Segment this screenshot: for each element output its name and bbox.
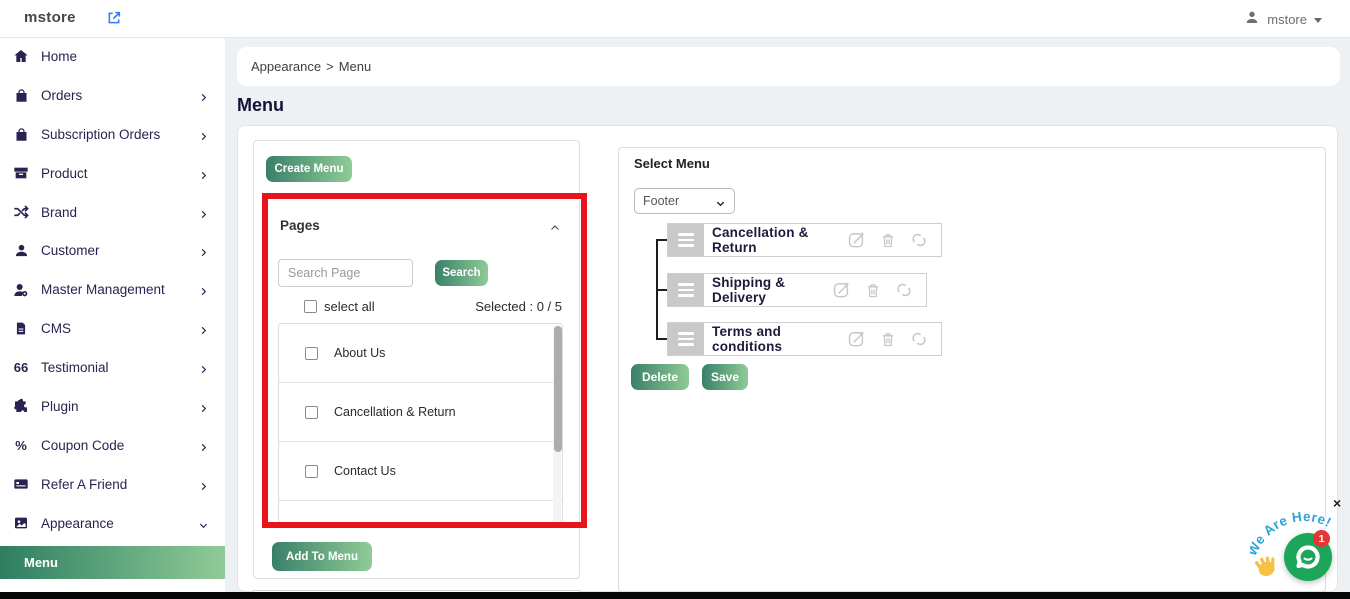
image-icon	[12, 514, 30, 532]
person-gear-icon	[12, 281, 30, 299]
chat-arc-text: We Are Here!	[1250, 503, 1348, 561]
user-name: mstore	[1267, 12, 1307, 27]
chevron-down-icon	[715, 196, 726, 207]
menu-item-row: Shipping & Delivery	[667, 273, 927, 307]
page-list-item: About Us	[279, 324, 562, 383]
edit-icon[interactable]	[832, 280, 852, 300]
sidebar-item-coupon-code[interactable]: % Coupon Code	[0, 426, 225, 465]
page-list-item: Cancellation & Return	[279, 383, 562, 442]
chevron-down-icon	[1314, 18, 1322, 23]
sidebar-item-appearance[interactable]: Appearance	[0, 504, 225, 543]
puzzle-icon	[12, 397, 30, 415]
chevron-right-icon	[198, 168, 209, 179]
chevron-right-icon	[198, 362, 209, 373]
sidebar-item-customer[interactable]: Customer	[0, 231, 225, 270]
shopping-bag-icon	[12, 86, 30, 104]
quote-icon: 66	[12, 359, 30, 377]
save-button[interactable]: Save	[702, 364, 748, 390]
page-list: About Us Cancellation & Return Contact U…	[278, 323, 563, 523]
topbar: mstore mstore	[0, 0, 1350, 38]
sidebar-item-brand[interactable]: Brand	[0, 193, 225, 232]
sidebar-item-plugin[interactable]: Plugin	[0, 387, 225, 426]
select-menu-label: Select Menu	[634, 156, 710, 171]
card-icon	[12, 475, 30, 493]
edit-icon[interactable]	[847, 329, 867, 349]
home-icon	[12, 47, 30, 65]
app-window: mstore mstore Home Orders Subscription O…	[0, 0, 1350, 599]
bottom-black-bar	[0, 592, 1350, 599]
chevron-right-icon	[198, 207, 209, 218]
page-checkbox[interactable]	[305, 347, 318, 360]
sidebar-item-testimonial[interactable]: 66 Testimonial	[0, 348, 225, 387]
chevron-right-icon	[198, 401, 209, 412]
person-icon	[12, 242, 30, 260]
brand-logo: mstore	[24, 9, 76, 26]
drag-handle-icon[interactable]	[668, 274, 704, 306]
chevron-up-icon[interactable]	[549, 221, 561, 233]
page-title: Menu	[237, 95, 284, 116]
menu-dropdown[interactable]: Footer	[634, 188, 735, 214]
archive-box-icon	[12, 164, 30, 182]
breadcrumb-appearance[interactable]: Appearance	[251, 59, 321, 74]
search-button[interactable]: Search	[435, 260, 488, 286]
breadcrumb-menu: Menu	[339, 59, 372, 74]
drag-handle-icon[interactable]	[668, 323, 704, 355]
sidebar-item-cms[interactable]: CMS	[0, 309, 225, 348]
page-list-item: Contact Us	[279, 442, 562, 501]
scrollbar-thumb[interactable]	[554, 326, 562, 452]
pages-section-title: Pages	[280, 218, 320, 233]
create-menu-button[interactable]: Create Menu	[266, 156, 352, 182]
shuffle-icon	[12, 203, 30, 221]
drag-handle-icon[interactable]	[668, 224, 704, 256]
search-input[interactable]	[278, 259, 413, 287]
selected-count: Selected : 0 / 5	[475, 299, 562, 314]
shopping-bag-icon	[12, 125, 30, 143]
chevron-right-icon	[198, 129, 209, 140]
sidebar-item-refer-a-friend[interactable]: Refer A Friend	[0, 465, 225, 504]
menu-item-row: Terms and conditions	[667, 322, 942, 356]
unlink-icon[interactable]	[909, 230, 929, 250]
percent-icon: %	[12, 436, 30, 454]
trash-icon[interactable]	[879, 231, 897, 250]
sidebar: Home Orders Subscription Orders Product …	[0, 37, 226, 599]
chevron-right-icon	[198, 479, 209, 490]
delete-button[interactable]: Delete	[631, 364, 689, 390]
breadcrumb: Appearance > Menu	[237, 47, 1340, 86]
select-all-label[interactable]: select all	[324, 299, 375, 314]
add-to-menu-button[interactable]: Add To Menu	[272, 542, 372, 571]
page-checkbox[interactable]	[305, 406, 318, 419]
menu-dropdown-value: Footer	[643, 194, 679, 208]
unlink-icon[interactable]	[894, 280, 914, 300]
chevron-right-icon	[198, 284, 209, 295]
document-icon	[12, 320, 30, 338]
chevron-right-icon	[198, 440, 209, 451]
external-link-icon[interactable]	[106, 10, 122, 26]
chevron-right-icon	[198, 90, 209, 101]
breadcrumb-separator: >	[326, 59, 334, 74]
chevron-down-icon	[198, 518, 209, 529]
user-icon	[1244, 9, 1260, 30]
page-list-item: Shipping & Delivery	[279, 501, 562, 523]
chevron-right-icon	[198, 323, 209, 334]
page-checkbox[interactable]	[305, 465, 318, 478]
trash-icon[interactable]	[864, 281, 882, 300]
edit-icon[interactable]	[847, 230, 867, 250]
pages-panel: Create Menu Pages Search select all Sele…	[253, 140, 580, 579]
select-all-checkbox[interactable]	[304, 300, 317, 313]
notification-badge: 1	[1313, 530, 1330, 547]
menu-item-row: Cancellation & Return	[667, 223, 942, 257]
sidebar-item-home[interactable]: Home	[0, 37, 225, 76]
chevron-right-icon	[198, 245, 209, 256]
sidebar-item-product[interactable]: Product	[0, 154, 225, 193]
trash-icon[interactable]	[879, 330, 897, 349]
sidebar-item-subscription-orders[interactable]: Subscription Orders	[0, 115, 225, 154]
sidebar-item-menu-active[interactable]: Menu	[0, 546, 225, 579]
select-menu-panel: Select Menu Footer Cancellation & Return…	[618, 147, 1326, 592]
unlink-icon[interactable]	[909, 329, 929, 349]
sidebar-item-master-management[interactable]: Master Management	[0, 270, 225, 309]
sidebar-item-orders[interactable]: Orders	[0, 76, 225, 115]
waving-hand-icon	[1252, 555, 1280, 579]
user-menu[interactable]: mstore	[1244, 9, 1322, 30]
